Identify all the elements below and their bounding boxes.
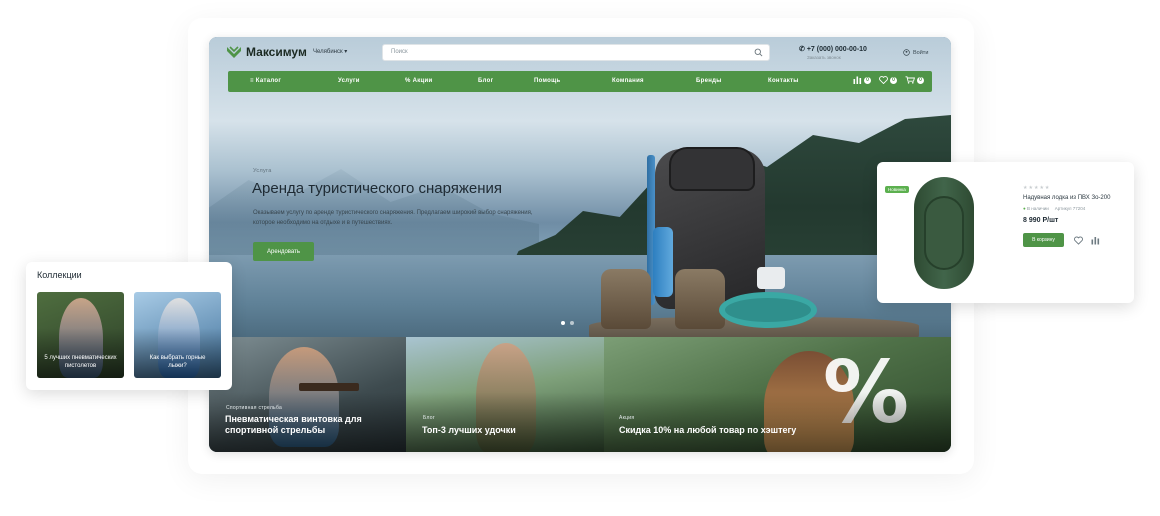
collections-title: Коллекции	[37, 270, 82, 280]
website-preview: Максимум Челябинск ▾ Поиск ✆ +7 (000) 00…	[209, 37, 951, 452]
login-button[interactable]: Войти	[903, 49, 928, 56]
compare-count: 0	[864, 76, 871, 84]
new-badge: Новинка	[885, 186, 909, 193]
add-to-cart-button[interactable]: В корзину	[1023, 233, 1064, 247]
thermos-image	[653, 227, 673, 297]
nav-services[interactable]: Услуги	[338, 78, 360, 84]
card-shade	[37, 328, 124, 378]
nav-icons: 0 0 0	[853, 76, 924, 84]
article-label: Артикул 77204	[1054, 206, 1086, 211]
rating-stars: ★★★★★	[1023, 185, 1051, 191]
boot-image	[601, 269, 651, 329]
hero-kicker: Услуга	[253, 168, 272, 174]
phone-number[interactable]: ✆ +7 (000) 000-00-10	[799, 45, 867, 53]
city-label: Челябинск	[313, 49, 343, 55]
nav-company[interactable]: Компания	[612, 78, 644, 84]
check-icon: ●	[1023, 206, 1026, 211]
compare-icon[interactable]	[1091, 236, 1100, 245]
tile-tag: Спортивная стрельба	[226, 405, 283, 411]
city-selector[interactable]: Челябинск ▾	[313, 48, 347, 55]
backpack-lid-image	[669, 147, 755, 191]
availability-text: В наличии	[1026, 206, 1049, 211]
rope-image	[719, 292, 817, 328]
rifle-image	[299, 383, 359, 391]
logo-icon	[226, 45, 242, 59]
chevron-down-icon: ▾	[344, 49, 348, 55]
availability-label: ● В наличии	[1023, 206, 1049, 211]
callback-link[interactable]: Заказать звонок	[807, 55, 841, 60]
hero-description: Оказываем услугу по аренде туристическог…	[253, 210, 533, 226]
compare-button[interactable]: 0	[853, 76, 871, 84]
tile-tag: Блог	[423, 415, 436, 421]
product-meta: ● В наличии Артикул 77204	[1023, 206, 1085, 211]
heart-icon[interactable]	[1074, 236, 1083, 245]
nav-contacts[interactable]: Контакты	[768, 78, 799, 84]
logo[interactable]: Максимум	[226, 45, 307, 59]
mug-image	[757, 267, 785, 289]
cart-icon	[905, 76, 915, 84]
nav-promotions[interactable]: % Акции	[405, 78, 433, 84]
tile-title: Топ-3 лучших удочки	[422, 425, 516, 435]
boat-image-detail	[924, 196, 964, 270]
slider-dot[interactable]	[561, 321, 565, 325]
tile-title: Скидка 10% на любой товар по хэштегу	[619, 425, 797, 435]
collections-card: Коллекции 5 лучших пневматических пистол…	[26, 262, 232, 390]
nav-catalog[interactable]: ≡ Каталог	[250, 78, 281, 84]
mountains-image	[209, 169, 539, 257]
nav-label: Каталог	[255, 78, 282, 84]
slider-dots	[561, 321, 574, 325]
product-card: Новинка ★★★★★ Надувная лодка из ПВХ Зо-2…	[877, 162, 1134, 303]
collection-label: Как выбрать горные лыжи?	[149, 355, 206, 369]
search-placeholder: Поиск	[391, 49, 408, 55]
tile-title: Пневматическая винтовка для спортивной с…	[225, 414, 362, 435]
slider-dot[interactable]	[570, 321, 574, 325]
tile-shade	[406, 392, 604, 452]
phone-icon: ✆	[799, 46, 807, 53]
promo-tile-shooting[interactable]: Спортивная стрельба Пневматическая винто…	[209, 337, 406, 452]
main-nav: ≡ Каталог Услуги % Акции Блог Помощь Ком…	[228, 71, 932, 92]
logo-text: Максимум	[246, 45, 307, 59]
favorites-count: 0	[890, 76, 897, 84]
nav-help[interactable]: Помощь	[534, 78, 560, 84]
tile-tag: Акция	[619, 415, 635, 421]
collection-item[interactable]: Как выбрать горные лыжи?	[134, 292, 221, 378]
card-shade	[134, 328, 221, 378]
percent-icon: %	[405, 78, 413, 84]
phone-text: +7 (000) 000-00-10	[806, 46, 867, 53]
nav-brands[interactable]: Бренды	[696, 78, 722, 84]
nav-label: Акции	[412, 78, 433, 84]
collection-label: 5 лучших пневматических пистолетов	[44, 355, 117, 369]
search-input[interactable]: Поиск	[382, 44, 770, 61]
boot-image	[675, 269, 725, 329]
login-label: Войти	[913, 49, 929, 56]
search-icon[interactable]	[754, 48, 763, 57]
site-header: Максимум Челябинск ▾ Поиск ✆ +7 (000) 00…	[209, 37, 951, 69]
cart-button[interactable]: 0	[905, 76, 924, 84]
product-price: 8 990 Р/шт	[1023, 217, 1059, 224]
favorites-button[interactable]: 0	[879, 76, 897, 84]
nav-blog[interactable]: Блог	[478, 78, 493, 84]
cart-count: 0	[917, 76, 924, 84]
compare-icon	[853, 76, 862, 84]
rent-button[interactable]: Арендовать	[253, 242, 314, 261]
heart-icon	[879, 76, 888, 84]
promo-tile-discount[interactable]: % Акция Скидка 10% на любой товар по хэш…	[604, 337, 951, 452]
user-icon	[903, 49, 910, 56]
promo-tile-fishing[interactable]: Блог Топ-3 лучших удочки	[406, 337, 604, 452]
hero-title: Аренда туристического снаряжения	[252, 180, 503, 197]
tile-shade	[604, 392, 951, 452]
showcase-stage: Максимум Челябинск ▾ Поиск ✆ +7 (000) 00…	[0, 0, 1160, 516]
product-name[interactable]: Надувная лодка из ПВХ Зо-200	[1023, 195, 1110, 201]
collection-item[interactable]: 5 лучших пневматических пистолетов	[37, 292, 124, 378]
